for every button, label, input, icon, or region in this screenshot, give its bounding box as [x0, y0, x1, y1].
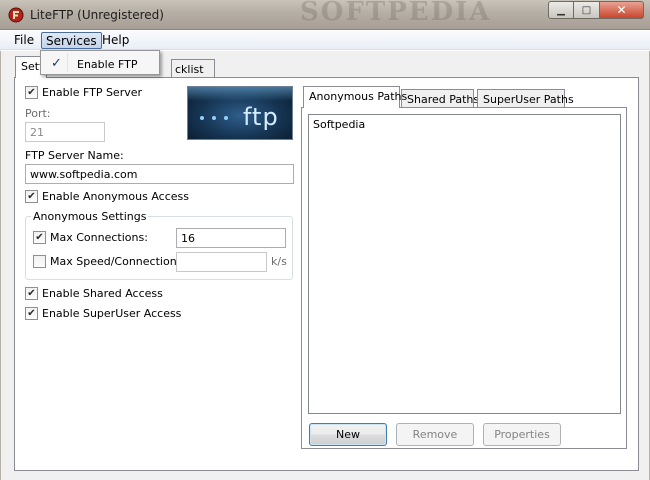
remove-button[interactable]: Remove [396, 423, 474, 446]
title-bar[interactable]: SOFTPEDIA LiteFTP (Unregistered) ▁ □ ✕ [0, 0, 650, 30]
minimize-icon: ▁ [557, 4, 565, 16]
logo-text: ftp [243, 103, 279, 131]
max-speed-checkbox[interactable]: Max Speed/Connection: [33, 255, 180, 268]
properties-button[interactable]: Properties [483, 423, 561, 446]
close-icon: ✕ [616, 3, 627, 17]
close-button[interactable]: ✕ [600, 1, 644, 19]
enable-shared-label: Enable Shared Access [42, 287, 163, 300]
checkbox-checked-icon: ✔ [33, 231, 46, 244]
menu-item-enable-ftp[interactable]: ✓ Enable FTP [43, 53, 157, 72]
tab-blacklist[interactable]: cklist [171, 59, 215, 78]
checkmark-icon: ✓ [51, 56, 62, 71]
checkbox-checked-icon: ✔ [25, 307, 38, 320]
checkbox-checked-icon: ✔ [25, 190, 38, 203]
port-field[interactable]: 21 [25, 122, 105, 142]
checkbox-checked-icon: ✔ [25, 86, 38, 99]
menu-file[interactable]: File [10, 32, 38, 49]
ftp-logo-image: ftp [187, 86, 293, 140]
window-controls: ▁ □ ✕ [548, 1, 644, 19]
enable-ftp-server-label: Enable FTP Server [42, 86, 143, 99]
max-connections-field[interactable]: 16 [176, 228, 286, 248]
anonymous-settings-title: Anonymous Settings [31, 210, 149, 223]
enable-superuser-label: Enable SuperUser Access [42, 307, 182, 320]
maximize-button[interactable]: □ [574, 1, 600, 19]
settings-panel: ✔ Enable FTP Server Port: 21 ftp FTP Ser… [14, 77, 639, 471]
max-connections-label: Max Connections: [50, 231, 148, 244]
server-name-field[interactable]: www.softpedia.com [25, 164, 294, 184]
menu-bar: File Services Help [0, 31, 650, 50]
logo-dot [224, 116, 228, 120]
tab-anonymous-paths[interactable]: Anonymous Paths [303, 86, 407, 108]
tab-superuser-paths[interactable]: SuperUser Paths [477, 89, 574, 108]
liteftp-app-icon[interactable] [8, 7, 24, 23]
menu-help[interactable]: Help [98, 32, 133, 49]
port-label: Port: [25, 107, 51, 120]
checkbox-unchecked-icon [33, 255, 46, 268]
speed-unit-label: k/s [271, 255, 287, 268]
paths-list[interactable]: Softpedia [308, 114, 621, 414]
logo-dot [200, 116, 204, 120]
list-item[interactable]: Softpedia [313, 118, 365, 131]
server-name-label: FTP Server Name: [25, 149, 124, 162]
menu-services[interactable]: Services [41, 32, 102, 49]
enable-ftp-label: Enable FTP [77, 58, 138, 71]
tab-shared-paths[interactable]: Shared Paths [401, 89, 479, 108]
enable-ftp-server-checkbox[interactable]: ✔ Enable FTP Server [25, 86, 142, 99]
max-connections-checkbox[interactable]: ✔ Max Connections: [33, 231, 148, 244]
max-speed-label: Max Speed/Connection: [50, 255, 181, 268]
maximize-icon: □ [581, 4, 592, 16]
new-button[interactable]: New [309, 423, 387, 446]
max-speed-field[interactable] [176, 252, 267, 272]
enable-anonymous-label: Enable Anonymous Access [42, 190, 189, 203]
enable-anonymous-checkbox[interactable]: ✔ Enable Anonymous Access [25, 190, 189, 203]
enable-superuser-checkbox[interactable]: ✔ Enable SuperUser Access [25, 307, 181, 320]
watermark: SOFTPEDIA [300, 0, 492, 27]
enable-shared-checkbox[interactable]: ✔ Enable Shared Access [25, 287, 163, 300]
window-title: LiteFTP (Unregistered) [30, 8, 164, 22]
checkbox-checked-icon: ✔ [25, 287, 38, 300]
services-dropdown-menu: ✓ Enable FTP [40, 50, 160, 75]
paths-tab-page: Softpedia New Remove Properties [301, 107, 627, 449]
logo-sheen [188, 87, 292, 101]
logo-dot [212, 116, 216, 120]
main-client-area: Setti cklist ✔ Enable FTP Server Port: 2… [0, 51, 650, 480]
minimize-button[interactable]: ▁ [548, 1, 574, 19]
